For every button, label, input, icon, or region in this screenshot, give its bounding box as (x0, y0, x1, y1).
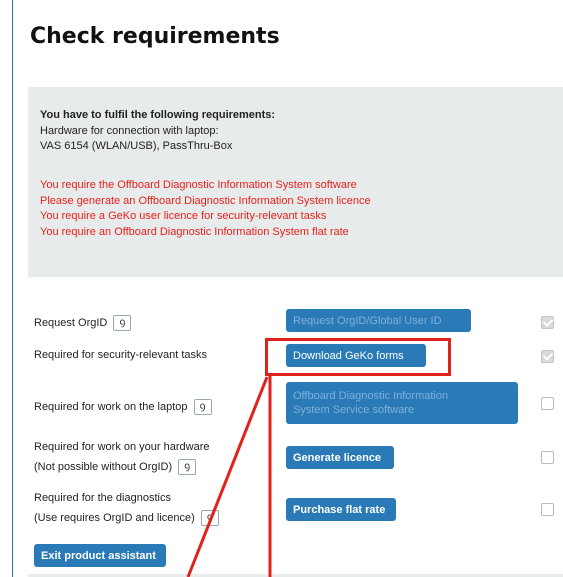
annotation-arrow-line (186, 376, 269, 577)
annotation-arrows (186, 376, 272, 577)
